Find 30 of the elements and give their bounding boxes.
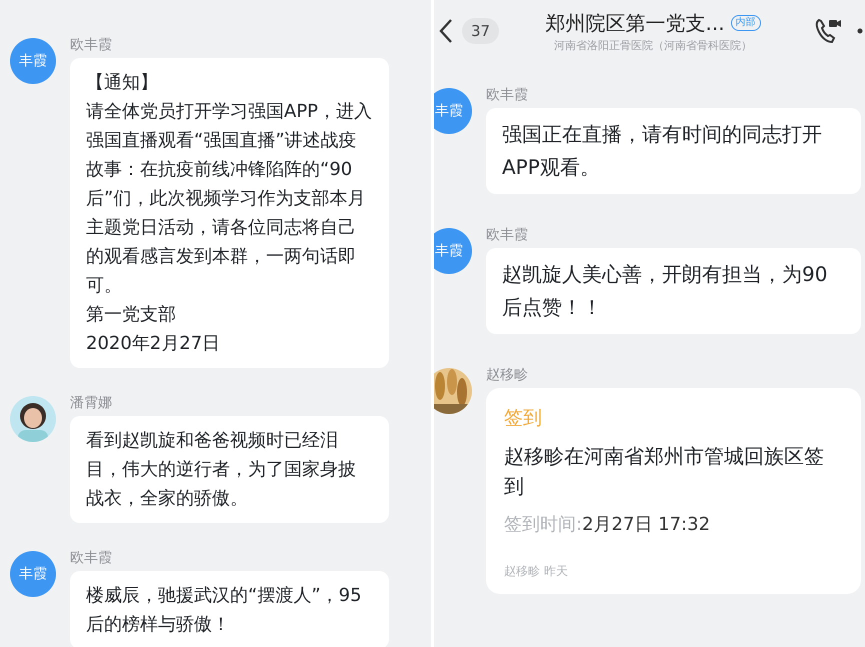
avatar[interactable]: 丰霞 — [10, 551, 56, 597]
sender-name: 欧丰霞 — [486, 88, 529, 102]
sender-name: 赵移畛 — [486, 368, 529, 382]
more-icon[interactable] — [857, 28, 865, 34]
sender-name: 欧丰霞 — [70, 551, 113, 565]
message-text: 赵凯旋人美心善，开朗有担当，为90后点赞！！ — [502, 261, 828, 321]
avatar[interactable]: 丰霞 — [434, 228, 472, 274]
message-text: 【通知】 — [86, 71, 159, 95]
checkin-card[interactable]: 签到 赵移畛在河南省郑州市管城回族区签到 签到时间:2月27日 17:32 赵移畛 昨天 — [486, 388, 861, 594]
checkin-title: 签到 — [504, 406, 543, 431]
sender-name: 欧丰霞 — [486, 228, 529, 242]
message-text: 楼威辰，驰援武汉的“摆渡人”，95后的榜样与骄傲！ — [86, 584, 363, 637]
message-text: 2020年2月27日 — [86, 332, 222, 356]
avatar[interactable]: 丰霞 — [434, 88, 472, 134]
chat-title: 郑州院区第一党支... — [546, 10, 725, 37]
message-text: 看到赵凯旋和爸爸视频时已经泪目，伟大的逆行者，为了国家身披战衣，全家的骄傲。 — [86, 429, 357, 511]
message-text: 请全体党员打开学习强国APP，进入强国直播观看“强国直播”讲述战疫故事：在抗疫前线冲锋陷阵的“90后”们，此次视频学习作为支部本月主题党日活动，请各位同志将自己的观看感言发到本群，一两句话即可。 — [86, 100, 373, 298]
chat-subtitle: 河南省洛阳正骨医院（河南省骨科医院） — [554, 38, 752, 54]
checkin-text: 赵移畛在河南省郑州市管城回族区签到 — [504, 442, 825, 500]
phone-video-icon[interactable] — [813, 16, 843, 46]
sender-name: 潘霄娜 — [70, 396, 113, 410]
avatar[interactable]: 丰霞 — [10, 38, 56, 84]
checkin-time: 签到时间:2月27日 17:32 — [504, 512, 712, 536]
checkin-footer: 赵移畛 昨天 — [504, 562, 843, 580]
unread-count[interactable]: 37 — [462, 18, 500, 44]
message-text: 第一党支部 — [86, 303, 177, 327]
back-icon[interactable] — [438, 18, 454, 44]
message-text: 强国正在直播，请有时间的同志打开APP观看。 — [502, 121, 823, 181]
sender-name: 欧丰霞 — [70, 38, 113, 52]
internal-tag: 内部 — [730, 14, 761, 31]
